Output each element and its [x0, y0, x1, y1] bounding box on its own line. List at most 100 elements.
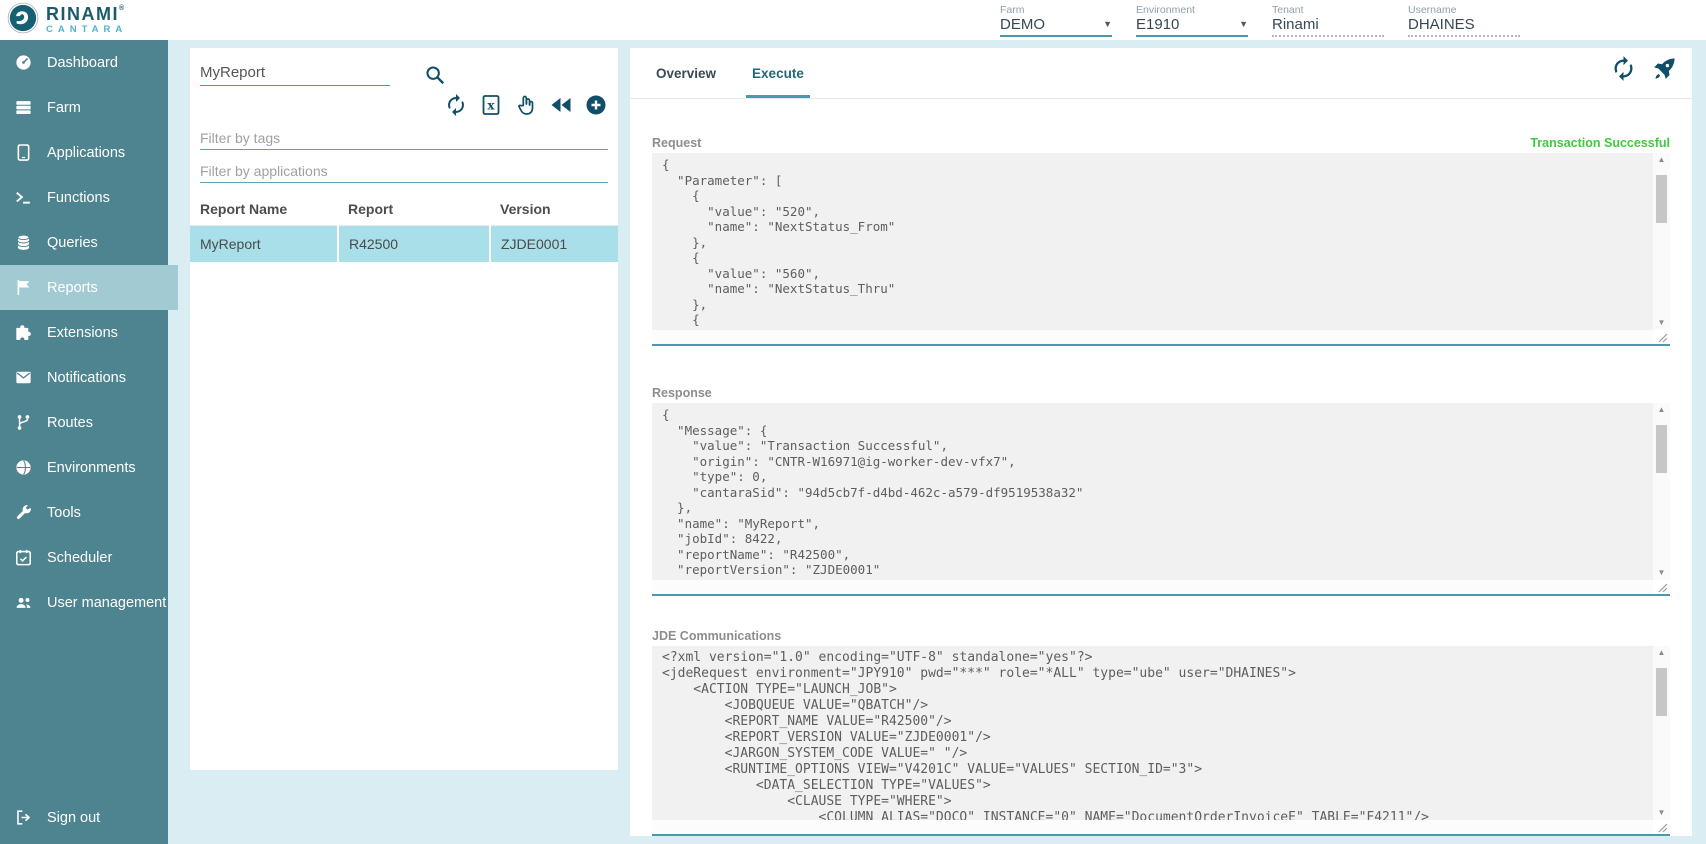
sidebar-item-user-management[interactable]: User management — [0, 580, 168, 625]
list-toolbar: x — [190, 86, 618, 117]
jde-communications-textarea[interactable]: <?xml version="1.0" encoding="UTF-8" sta… — [652, 646, 1670, 836]
cell-report-name[interactable]: MyReport — [190, 226, 338, 262]
sidebar-item-label: Functions — [47, 190, 110, 206]
horizontal-scrollbar[interactable] — [652, 330, 1653, 344]
tenant-label: Tenant — [1272, 4, 1384, 16]
sidebar-item-label: Tools — [47, 505, 81, 521]
sidebar-item-reports[interactable]: Reports — [0, 265, 178, 310]
report-detail-panel: Overview Execute Request Transaction Suc… — [630, 48, 1692, 836]
sidebar-item-extensions[interactable]: Extensions — [0, 310, 168, 355]
resize-grip-icon[interactable] — [1653, 580, 1670, 594]
jde-communications-label: JDE Communications — [652, 629, 781, 643]
scroll-up-icon[interactable]: ▲ — [1653, 153, 1670, 167]
filter-tags-input[interactable] — [200, 127, 608, 150]
sidebar-item-label: Queries — [47, 235, 98, 251]
sidebar-item-label: User management — [47, 595, 166, 611]
tab-overview[interactable]: Overview — [650, 48, 722, 98]
resize-grip-icon[interactable] — [1653, 330, 1670, 344]
flag-icon — [14, 278, 33, 297]
hand-select-icon[interactable] — [514, 93, 538, 117]
response-label: Response — [652, 386, 712, 400]
app-header: RINAMI® CANTARA Farm DEMO▼ Environment E… — [0, 0, 1706, 40]
sidebar-item-dashboard[interactable]: Dashboard — [0, 40, 168, 85]
farm-select[interactable]: Farm DEMO▼ — [1000, 4, 1112, 37]
scroll-up-icon[interactable]: ▲ — [1653, 646, 1670, 660]
cell-report[interactable]: R42500 — [338, 226, 490, 262]
response-textarea[interactable]: { "Message": { "value": "Transaction Suc… — [652, 403, 1670, 596]
svg-text:x: x — [487, 99, 495, 113]
environment-value: E1910 — [1136, 16, 1179, 33]
calendar-icon — [14, 548, 33, 567]
request-section-header: Request Transaction Successful — [652, 135, 1670, 150]
reports-list-panel: x Report Name Report Version MyReport R4… — [190, 48, 618, 770]
sidebar-item-applications[interactable]: Applications — [0, 130, 168, 175]
response-content: { "Message": { "value": "Transaction Suc… — [662, 407, 1651, 580]
scroll-down-icon[interactable]: ▼ — [1653, 566, 1670, 580]
refresh-icon[interactable] — [444, 93, 468, 117]
sidebar-item-label: Reports — [47, 280, 98, 296]
detail-tabs: Overview Execute — [630, 48, 1692, 99]
scroll-up-icon[interactable]: ▲ — [1653, 403, 1670, 417]
environment-select[interactable]: Environment E1910▼ — [1136, 4, 1248, 37]
add-icon[interactable] — [584, 93, 608, 117]
sidebar-item-sign-out[interactable]: Sign out — [0, 795, 100, 840]
scrollbar-thumb[interactable] — [1656, 668, 1667, 716]
dashboard-icon — [14, 53, 33, 72]
request-content: { "Parameter": [ { "value": "520", "name… — [662, 157, 1651, 330]
sidebar-item-label: Scheduler — [47, 550, 112, 566]
sidebar-item-farm[interactable]: Farm — [0, 85, 168, 130]
sidebar-item-label: Applications — [47, 145, 125, 161]
refresh-icon[interactable] — [1610, 55, 1637, 82]
excel-export-icon[interactable]: x — [479, 93, 503, 117]
sidebar-item-label: Dashboard — [47, 55, 118, 71]
column-version[interactable]: Version — [490, 197, 618, 226]
brand-subname: CANTARA — [46, 25, 127, 35]
report-search-input[interactable] — [200, 60, 390, 86]
sidebar-item-label: Notifications — [47, 370, 126, 386]
sidebar-item-queries[interactable]: Queries — [0, 220, 168, 265]
sidebar-item-environments[interactable]: Environments — [0, 445, 168, 490]
tenant-field: Tenant Rinami — [1272, 4, 1384, 37]
wrench-icon — [14, 503, 33, 522]
vertical-scrollbar[interactable]: ▲ ▼ — [1653, 153, 1670, 330]
sidebar-item-label: Environments — [47, 460, 136, 476]
sidebar: Dashboard Farm Applications Functions Qu… — [0, 40, 168, 844]
resize-grip-icon[interactable] — [1653, 820, 1670, 834]
scrollbar-thumb[interactable] — [1656, 175, 1667, 223]
vertical-scrollbar[interactable]: ▲ ▼ — [1653, 403, 1670, 580]
filter-applications-input[interactable] — [200, 160, 608, 183]
column-report-name[interactable]: Report Name — [190, 197, 338, 226]
rocket-launch-icon[interactable] — [1651, 55, 1678, 82]
search-icon[interactable] — [424, 64, 446, 86]
horizontal-scrollbar[interactable] — [652, 580, 1653, 594]
sidebar-item-label: Routes — [47, 415, 93, 431]
username-label: Username — [1408, 4, 1520, 16]
tablet-icon — [14, 143, 33, 162]
sidebar-item-scheduler[interactable]: Scheduler — [0, 535, 168, 580]
scrollbar-thumb[interactable] — [1656, 425, 1667, 473]
puzzle-icon — [14, 323, 33, 342]
scroll-down-icon[interactable]: ▼ — [1653, 316, 1670, 330]
horizontal-scrollbar[interactable] — [652, 820, 1653, 834]
sidebar-item-notifications[interactable]: Notifications — [0, 355, 168, 400]
vertical-scrollbar[interactable]: ▲ ▼ — [1653, 646, 1670, 820]
rewind-icon[interactable] — [549, 93, 573, 117]
column-report[interactable]: Report — [338, 197, 490, 226]
tab-execute[interactable]: Execute — [746, 48, 810, 98]
request-textarea[interactable]: { "Parameter": [ { "value": "520", "name… — [652, 153, 1670, 346]
sidebar-item-tools[interactable]: Tools — [0, 490, 168, 535]
farm-value: DEMO — [1000, 16, 1045, 33]
execute-tab-body: Request Transaction Successful { "Parame… — [630, 135, 1692, 836]
response-section-header: Response — [652, 385, 1670, 400]
sidebar-item-routes[interactable]: Routes — [0, 400, 168, 445]
branch-icon — [14, 413, 33, 432]
jde-content: <?xml version="1.0" encoding="UTF-8" sta… — [662, 650, 1651, 820]
sign-out-icon — [14, 808, 33, 827]
sidebar-item-functions[interactable]: Functions — [0, 175, 168, 220]
users-icon — [14, 593, 33, 612]
request-label: Request — [652, 136, 701, 150]
cell-version[interactable]: ZJDE0001 — [490, 226, 618, 262]
scroll-down-icon[interactable]: ▼ — [1653, 806, 1670, 820]
table-row[interactable]: MyReport R42500 ZJDE0001 — [190, 226, 618, 262]
username-field: Username DHAINES — [1408, 4, 1520, 37]
